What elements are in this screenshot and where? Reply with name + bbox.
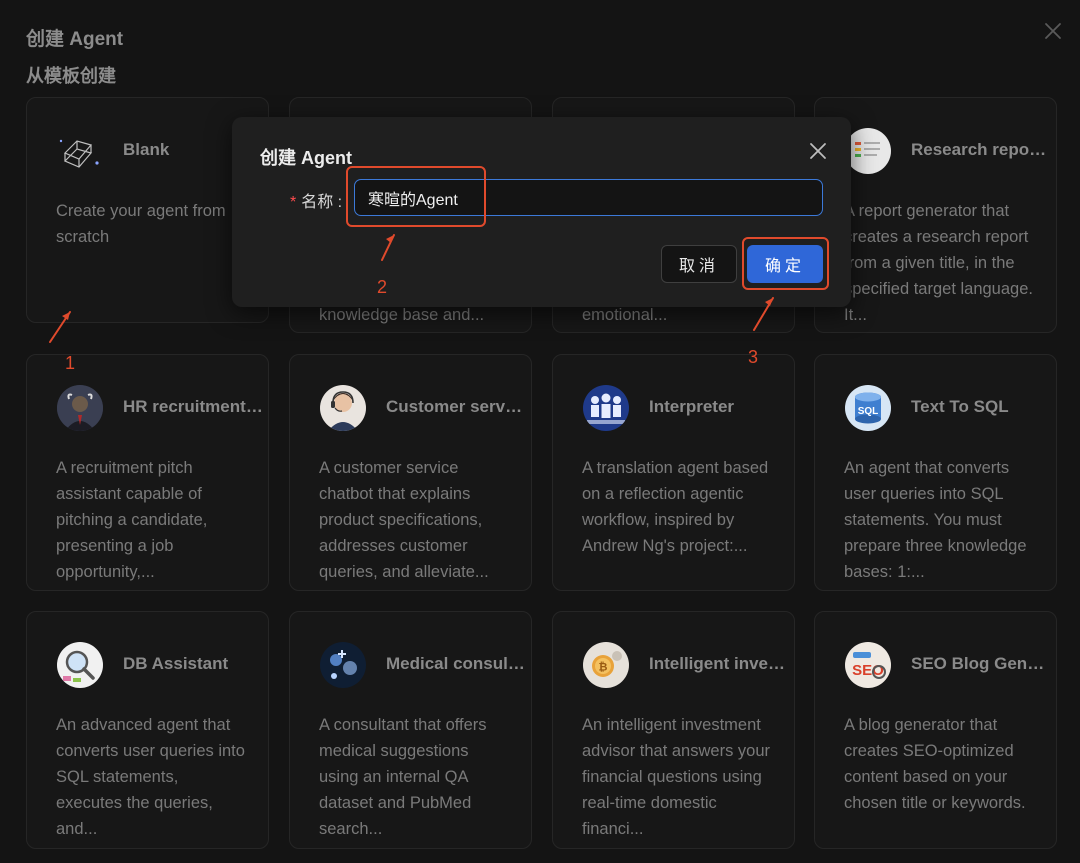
interpreter-icon [583,385,629,431]
investment-coin-icon: ₿ [583,642,629,688]
template-card-customer-service[interactable]: Customer service A customer service chat… [289,354,532,591]
cancel-button[interactable]: 取消 [661,245,737,283]
template-desc: An advanced agent that converts user que… [56,716,245,838]
annotation-number-1: 1 [65,353,76,373]
annotation-number-3: 3 [748,347,759,367]
template-title: Research report generator [911,140,1051,159]
close-icon[interactable] [808,141,828,161]
template-card-interpreter[interactable]: Interpreter A translation agent based on… [552,354,795,591]
svg-text:₿: ₿ [599,662,608,674]
template-desc: A report generator that creates a resear… [844,202,1033,324]
template-card-text-to-sql[interactable]: SQL Text To SQL An agent that converts u… [814,354,1057,591]
template-desc: A blog generator that creates SEO-optimi… [844,716,1026,812]
annotation-number-2: 2 [377,277,388,297]
template-title: SEO Blog Generator [911,654,1051,673]
template-desc: A recruitment pitch assistant capable of… [56,459,208,581]
template-title: Text To SQL [911,397,1009,416]
template-title: Intelligent investment advisor [649,654,789,673]
cube-wireframe-icon [57,128,103,174]
template-card-seo-blog[interactable]: SEO SEO Blog Generator A blog generator … [814,611,1057,849]
hr-avatar-icon [57,385,103,431]
seo-blog-icon: SEO [845,642,891,688]
template-card-investment[interactable]: ₿ Intelligent investment advisor An inte… [552,611,795,849]
sql-database-icon: SQL [845,385,891,431]
name-label: * 名称 : [290,188,342,212]
svg-text:SEO: SEO [852,662,884,679]
template-desc: A translation agent based on a reflectio… [582,459,769,555]
template-desc: An intelligent investment advisor that a… [582,716,771,838]
template-card-db-assistant[interactable]: DB Assistant An advanced agent that conv… [26,611,269,849]
template-title: HR recruitment pitch assistant [123,397,263,416]
template-title: Customer service [386,397,526,416]
annotation-highlight-name [346,166,486,227]
template-desc: Create your agent from scratch [56,202,226,246]
template-desc: A customer service chatbot that explains… [319,459,489,581]
dialog-title: 创建 Agent [260,148,352,168]
svg-text:SQL: SQL [858,406,879,417]
template-title: DB Assistant [123,654,229,673]
annotation-highlight-confirm [742,237,829,290]
research-chart-icon [845,128,891,174]
template-desc: An agent that converts user queries into… [844,459,1027,581]
headset-agent-icon [320,385,366,431]
required-mark: * [290,194,297,211]
db-query-icon [57,642,103,688]
template-card-hr[interactable]: HR recruitment pitch assistant A recruit… [26,354,269,591]
template-title: Medical consultant [386,654,526,673]
template-desc: A consultant that offers medical suggest… [319,716,487,838]
medical-icon [320,642,366,688]
template-card-medical[interactable]: Medical consultant A consultant that off… [289,611,532,849]
name-label-text: 名称 : [301,194,343,211]
template-title: Interpreter [649,397,735,416]
